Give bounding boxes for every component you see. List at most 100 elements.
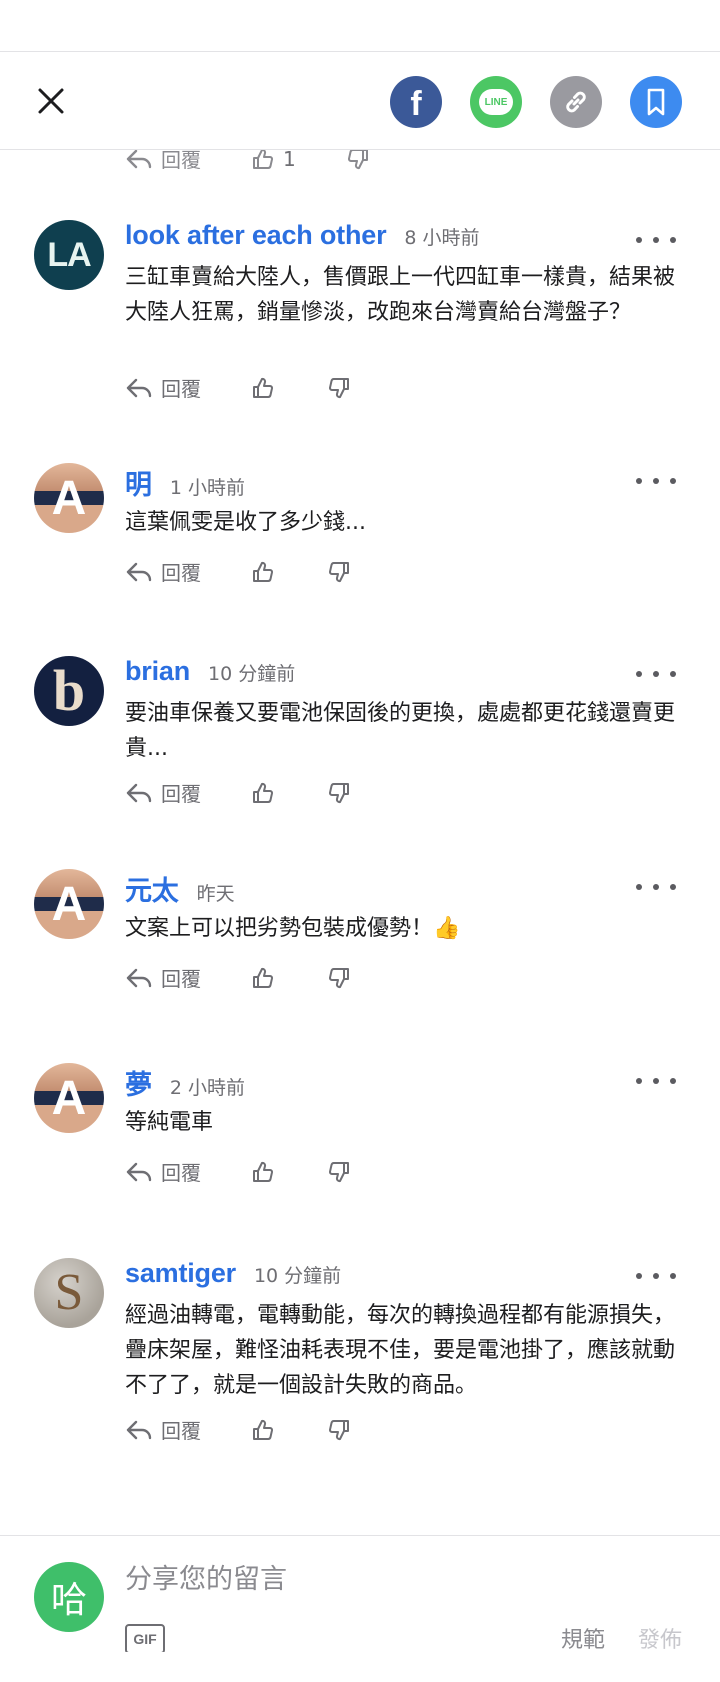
comment-time: 2 小時前 [169,1077,245,1099]
guidelines-link[interactable]: 規範 [561,1622,605,1654]
dislike-button[interactable] [327,1160,351,1184]
comment-time: 昨天 [196,883,235,905]
avatar-b-icon[interactable]: b [34,656,104,726]
comment-text: 這葉佩雯是收了多少錢... [125,510,366,535]
user-avatar-letter: 哈 [50,1580,87,1621]
reply-button[interactable]: 回覆 [125,1157,201,1186]
like-button[interactable] [251,376,275,400]
comment-header: 元太 昨天 [125,869,235,908]
copy-link-button[interactable] [550,76,602,128]
dislike-button[interactable] [327,560,351,584]
avatar-s-icon[interactable]: S [34,1258,104,1328]
comment-header: 明 1 小時前 [125,463,245,502]
reply-icon [126,150,152,168]
reply-button[interactable]: 回覆 [125,150,201,173]
comment-author[interactable]: samtiger [125,1258,236,1289]
comment-header: samtiger 10 分鐘前 [125,1258,341,1289]
avatar-a-icon[interactable]: A [34,869,104,939]
link-icon [566,91,586,113]
avatar-a-icon[interactable]: A [34,463,104,533]
bookmark-button[interactable] [630,76,682,128]
comment-actions: 回覆 [125,373,351,402]
more-options-button[interactable] [636,1264,676,1288]
like-button[interactable] [251,1160,275,1184]
comment-text: 三缸車賣給大陸人，售價跟上一代四缸車一樣貴，結果被大陸人狂罵，銷量慘淡，改跑來台… [125,265,676,325]
reply-icon [126,378,152,397]
user-avatar: 哈 [34,1562,104,1632]
reply-button[interactable]: 回覆 [125,557,201,586]
dislike-button[interactable] [327,781,351,805]
more-options-button[interactable] [636,875,676,899]
avatar-letter: LA [47,235,91,274]
comment-actions: 回覆 [125,557,351,586]
thumbs-up-icon [253,1419,273,1440]
dislike-button[interactable] [327,376,351,400]
close-icon [38,88,64,114]
thumbs-up-icon [253,377,273,398]
close-button[interactable] [30,80,72,122]
reply-label: 回覆 [161,377,201,401]
comment-author[interactable]: 元太 [125,869,179,908]
facebook-share-button[interactable]: f [390,76,442,128]
comment-author[interactable]: 夢 [125,1063,152,1102]
like-button[interactable] [251,966,275,990]
avatar-la-icon[interactable]: LA [34,220,104,290]
facebook-icon: f [410,85,422,123]
reply-label: 回覆 [161,1419,201,1443]
line-icon-label: LINE [484,96,508,108]
more-options-button[interactable] [636,469,676,493]
reply-label: 回覆 [161,967,201,991]
comment-text: 等純電車 [125,1110,214,1135]
share-buttons: f LINE [390,76,682,128]
thumbs-up-icon [253,1161,273,1182]
line-share-button[interactable]: LINE [470,76,522,128]
bottom-safe-area [0,1652,720,1682]
reply-button[interactable]: 回覆 [125,963,201,992]
reply-icon [126,562,152,581]
comment-text: 要油車保養又要電池保固後的更換，處處都更花錢還賣更貴... [125,701,676,761]
more-options-button[interactable] [636,228,676,252]
reply-icon [126,1420,152,1439]
gif-button[interactable]: GIF [125,1624,165,1654]
avatar-letter: A [51,1071,87,1125]
like-button[interactable] [251,560,275,584]
comment-author[interactable]: brian [125,656,190,687]
like-button[interactable] [251,781,275,805]
thumbs-up-icon [253,782,273,803]
comment-feed[interactable]: 回覆 1 LA look after each other 8 小時前 三缸車賣… [0,150,720,1535]
comment-header: look after each other 8 小時前 [125,220,480,251]
comment-actions: 回覆 [125,1157,351,1186]
avatar-letter: A [51,877,87,931]
reply-label: 回覆 [161,150,201,172]
comment-text: 經過油轉電，電轉動能，每次的轉換過程都有能源損失，疊床架屋，難怪油耗表現不佳，要… [125,1303,676,1398]
comment-author[interactable]: 明 [125,463,152,502]
reply-button[interactable]: 回覆 [125,373,201,402]
thumbs-down-icon [329,561,349,582]
comment-time: 10 分鐘前 [253,1265,342,1287]
dislike-button[interactable] [346,150,370,171]
reply-button[interactable]: 回覆 [125,778,201,807]
comment-text: 文案上可以把劣勢包裝成優勢！👍 [125,916,461,941]
comment-actions: 回覆 [125,1415,351,1444]
dislike-button[interactable] [327,1418,351,1442]
avatar-letter: b [52,658,86,723]
comment-author[interactable]: look after each other [125,220,387,251]
line-icon: LINE [479,89,513,115]
dislike-button[interactable] [327,966,351,990]
like-button[interactable]: 1 [251,150,296,171]
comment-input[interactable] [125,1556,685,1602]
bookmark-icon [647,88,665,116]
reply-label: 回覆 [161,561,201,585]
more-options-button[interactable] [636,1069,676,1093]
reply-icon [126,968,152,987]
reply-button[interactable]: 回覆 [125,1415,201,1444]
share-header: f LINE [0,52,720,150]
avatar-a-icon[interactable]: A [34,1063,104,1133]
avatar-letter: S [54,1264,84,1321]
thumbs-up-icon [253,561,273,582]
more-options-button[interactable] [636,662,676,686]
like-button[interactable] [251,1418,275,1442]
post-button[interactable]: 發佈 [638,1622,682,1654]
thumbs-down-icon [329,377,349,398]
comment-header: 夢 2 小時前 [125,1063,245,1102]
